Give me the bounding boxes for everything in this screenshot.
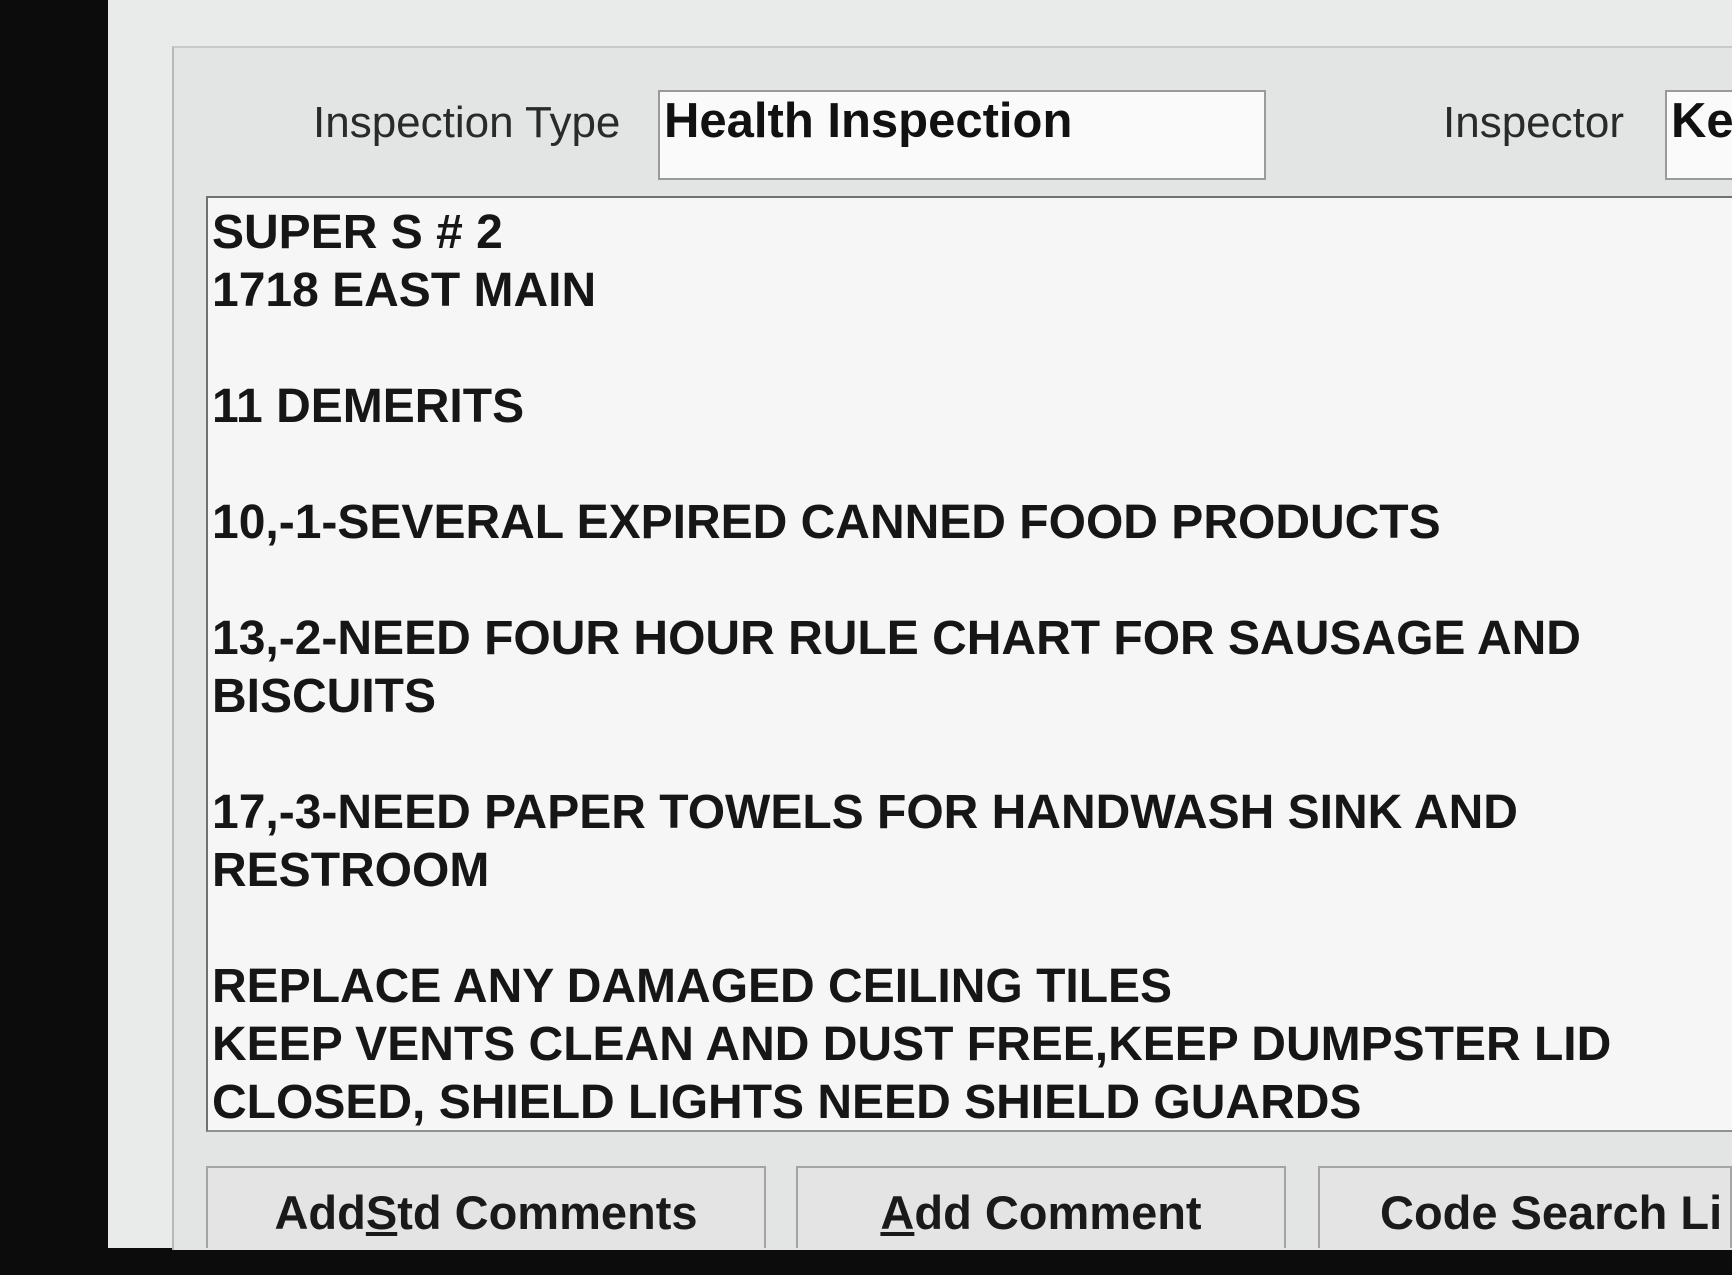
comment-line: 13,-2-NEED FOUR HOUR RULE CHART FOR SAUS… [212, 612, 1581, 665]
comment-line: CLOSED, SHIELD LIGHTS NEED SHIELD GUARDS [212, 1076, 1362, 1129]
comment-line: SUPER S # 2 [212, 206, 503, 259]
comment-line: 10,-1-SEVERAL EXPIRED CANNED FOOD PRODUC… [212, 496, 1441, 549]
comment-line: RESTROOM [212, 844, 490, 897]
comment-line: 1718 EAST MAIN [212, 264, 597, 317]
code-search-label: Code Search Li [1380, 1185, 1723, 1239]
inspector-field[interactable]: Ke [1665, 90, 1732, 180]
add-comment-mnemonic: A [880, 1185, 915, 1239]
comment-line [212, 552, 1732, 610]
inspection-type-label: Inspection Type [313, 98, 621, 147]
comment-line: REPLACE ANY DAMAGED CEILING TILES [212, 960, 1173, 1013]
comment-line: 17,-3-NEED PAPER TOWELS FOR HANDWASH SIN… [212, 786, 1518, 839]
inspector-label: Inspector [1443, 98, 1624, 147]
comment-line: KEEP VENTS CLEAN AND DUST FREE,KEEP DUMP… [212, 1018, 1612, 1071]
code-search-button[interactable]: Code Search Li [1318, 1166, 1732, 1248]
add-std-comments-mnemonic: S [365, 1185, 398, 1239]
add-std-comments-button[interactable]: Add Std Comments [206, 1166, 766, 1248]
comment-line [212, 320, 1732, 378]
comment-line [212, 436, 1732, 494]
scan-margin-left [0, 0, 108, 1275]
add-comment-button[interactable]: Add Comment [796, 1166, 1286, 1248]
add-comment-post: dd Comment [914, 1185, 1202, 1239]
comment-line [212, 900, 1732, 958]
add-std-comments-pre: Add [274, 1185, 366, 1239]
comment-line [212, 726, 1732, 784]
add-std-comments-post: td Comments [397, 1185, 698, 1239]
inspection-type-field[interactable]: Health Inspection [658, 90, 1266, 180]
comment-line: 11 DEMERITS [212, 380, 525, 433]
comments-textarea[interactable]: SUPER S # 2 1718 EAST MAIN 11 DEMERITS 10,-… [206, 196, 1732, 1132]
comment-line: BISCUITS [212, 670, 437, 723]
scan-margin-bottom [0, 1248, 1732, 1275]
